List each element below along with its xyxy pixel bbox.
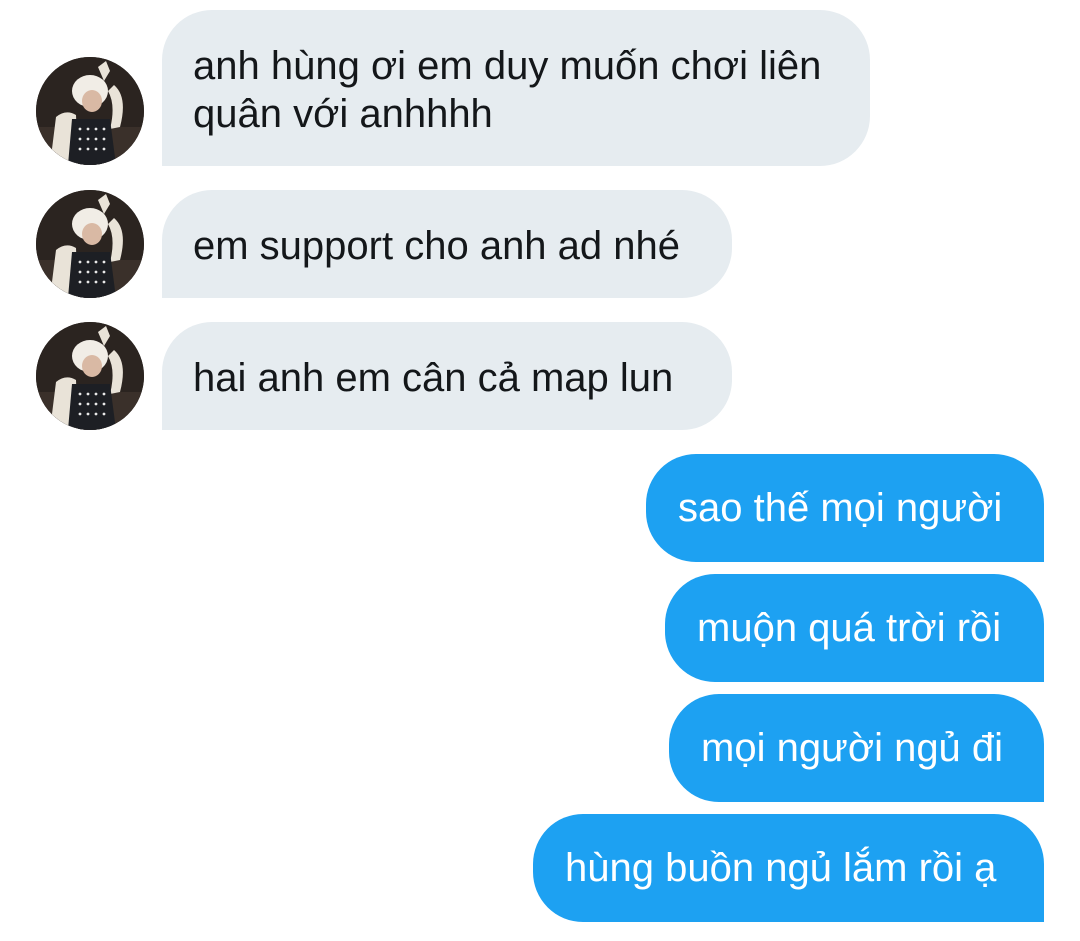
incoming-message-bubble[interactable]: em support cho anh ad nhé (162, 190, 732, 298)
user-avatar-icon (36, 57, 144, 165)
sender-avatar[interactable] (36, 190, 144, 298)
user-avatar-icon (36, 190, 144, 298)
outgoing-message-bubble[interactable]: mọi người ngủ đi (669, 694, 1044, 802)
outgoing-message-bubble[interactable]: sao thế mọi người (646, 454, 1044, 562)
user-avatar-icon (36, 322, 144, 430)
incoming-message-bubble[interactable]: anh hùng ơi em duy muốn chơi liên quân v… (162, 10, 870, 166)
incoming-message-bubble[interactable]: hai anh em cân cả map lun (162, 322, 732, 430)
sender-avatar[interactable] (36, 322, 144, 430)
message-thread: anh hùng ơi em duy muốn chơi liên quân v… (0, 0, 1080, 941)
sender-avatar[interactable] (36, 57, 144, 165)
outgoing-message-bubble[interactable]: hùng buồn ngủ lắm rồi ạ (533, 814, 1044, 922)
outgoing-message-bubble[interactable]: muộn quá trời rồi (665, 574, 1044, 682)
